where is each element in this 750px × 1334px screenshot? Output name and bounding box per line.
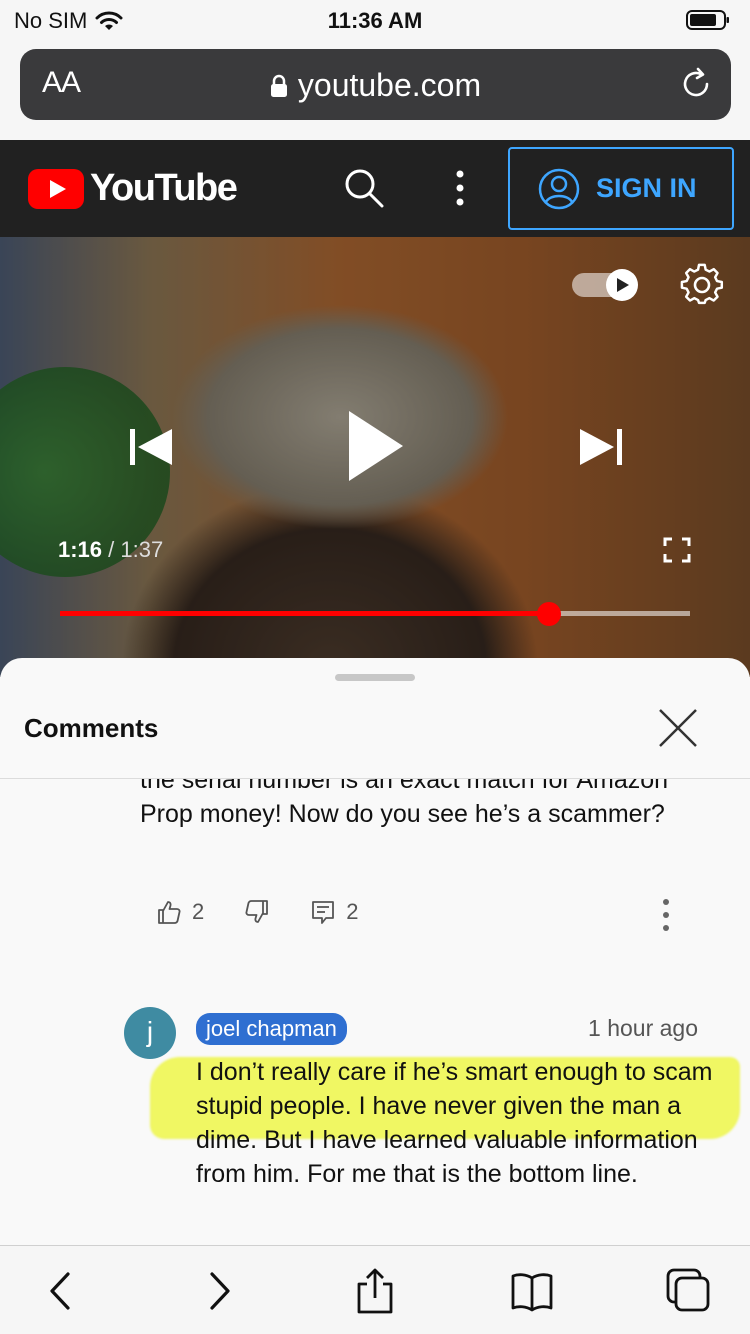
previous-video-icon[interactable] (128, 427, 174, 467)
sign-in-label: SIGN IN (596, 173, 697, 203)
status-bar: No SIM 11:36 AM (0, 0, 750, 40)
comment-reply-icon (312, 901, 335, 924)
comments-panel: Comments the serial number is an exact m… (0, 658, 750, 1245)
fullscreen-icon[interactable] (663, 537, 691, 563)
sheet-drag-handle[interactable] (335, 674, 415, 681)
url-text: youtube.com (297, 67, 482, 103)
comments-title: Comments (24, 713, 159, 743)
url-display[interactable]: youtube.com (20, 67, 731, 104)
reply-button[interactable]: 2 (310, 899, 359, 925)
account-icon (538, 168, 580, 209)
back-icon[interactable] (40, 1268, 84, 1314)
thumbs-up-icon (158, 901, 181, 924)
youtube-header: YouTube SIGN IN (0, 140, 750, 237)
browser-toolbar (0, 1245, 750, 1334)
comment-timestamp: 1 hour ago (588, 1015, 698, 1041)
bookmarks-icon[interactable] (510, 1268, 554, 1314)
sign-in-button[interactable]: SIGN IN (508, 147, 734, 230)
battery-icon (686, 10, 729, 30)
duration: 1:37 (120, 537, 164, 562)
like-button[interactable]: 2 (156, 899, 204, 925)
reload-icon[interactable] (679, 67, 713, 101)
youtube-logo-text: YouTube (90, 167, 238, 209)
current-time: 1:16 (58, 537, 103, 562)
close-icon[interactable] (656, 706, 700, 750)
thumbs-down-icon (245, 900, 269, 923)
comment-actions: 2 2 (156, 899, 399, 925)
progress-bar[interactable] (60, 602, 690, 626)
next-video-icon[interactable] (578, 427, 624, 467)
dislike-button[interactable] (244, 899, 270, 925)
progress-scrubber[interactable] (536, 602, 561, 626)
autoplay-toggle[interactable] (572, 269, 644, 301)
progress-played (60, 611, 549, 616)
comment-text: the serial number is an exact match for … (140, 779, 669, 828)
comment-more-icon[interactable] (655, 897, 677, 933)
play-icon[interactable] (345, 407, 407, 485)
settings-gear-icon[interactable] (680, 263, 724, 307)
lock-icon (270, 74, 287, 97)
video-player[interactable]: 1:16 / 1:37 (0, 237, 750, 677)
forward-icon[interactable] (196, 1268, 240, 1314)
time-display: 1:16 / 1:37 (58, 537, 163, 563)
status-time: 11:36 AM (327, 8, 423, 33)
more-vert-icon[interactable] (449, 168, 471, 208)
avatar[interactable]: j (124, 1007, 176, 1059)
comment-text: I don’t really care if he’s smart enough… (196, 1058, 713, 1188)
address-bar[interactable]: AA youtube.com (20, 49, 731, 120)
time-separator: / (108, 537, 115, 562)
comment-author[interactable]: joel chapman (196, 1013, 347, 1045)
search-icon[interactable] (343, 167, 385, 209)
share-icon[interactable] (353, 1268, 397, 1314)
comment-list[interactable]: the serial number is an exact match for … (0, 779, 750, 1245)
youtube-play-logo-icon (28, 168, 84, 209)
reply-count: 2 (346, 899, 359, 924)
like-count: 2 (192, 899, 205, 924)
youtube-logo[interactable]: YouTube (28, 167, 238, 210)
tabs-icon[interactable] (666, 1268, 710, 1314)
